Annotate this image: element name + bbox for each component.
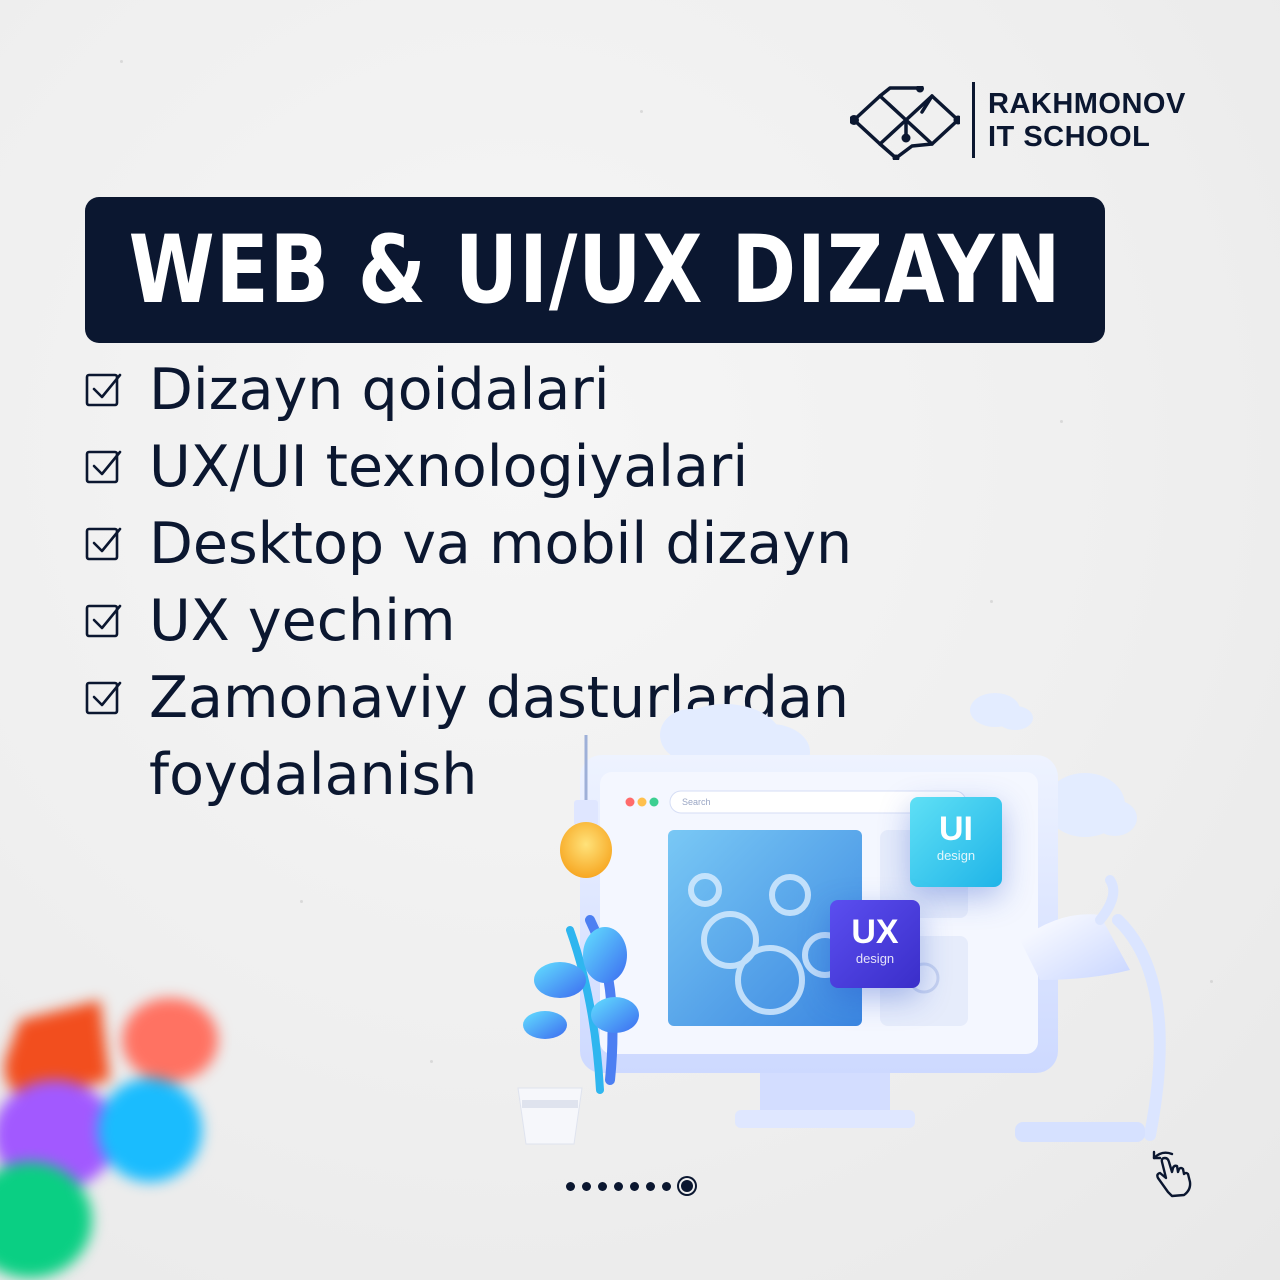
- background-speck: [120, 60, 123, 63]
- pager-dot[interactable]: [566, 1181, 575, 1191]
- pager-dot[interactable]: [598, 1181, 607, 1191]
- list-item: UX yechim: [85, 583, 985, 660]
- web-design-illustration: Search UI design UX design: [500, 680, 1200, 1160]
- feature-text: UX yechim: [149, 588, 456, 654]
- background-speck: [1210, 980, 1213, 983]
- checkbox-checked-icon: [85, 527, 122, 561]
- background-speck: [1060, 420, 1063, 423]
- checkbox-checked-icon: [85, 604, 122, 638]
- background-speck: [990, 600, 993, 603]
- brand-name: RAKHMONOV IT SCHOOL: [988, 88, 1186, 154]
- brand-name-line1: RAKHMONOV: [988, 88, 1186, 120]
- pager-dot[interactable]: [630, 1181, 639, 1191]
- background-speck: [430, 1060, 433, 1063]
- pager-dot[interactable]: [662, 1181, 671, 1191]
- ui-card-title: UI: [939, 810, 973, 848]
- title-banner: WEB & UI/UX DIZAYN: [85, 197, 1105, 343]
- background-speck: [300, 900, 303, 903]
- ui-card-subtitle: design: [936, 848, 976, 863]
- circuit-diamond-logo-icon: [850, 86, 960, 160]
- carousel-pager: [566, 1176, 693, 1196]
- brand-name-line2: IT SCHOOL: [988, 121, 1151, 153]
- logo-divider: [972, 82, 975, 158]
- pager-dot[interactable]: [582, 1181, 591, 1191]
- feature-text: Desktop va mobil dizayn: [149, 511, 853, 577]
- ux-design-card: UX design: [830, 900, 920, 988]
- ui-design-card: UI design: [910, 797, 1002, 887]
- list-item: Dizayn qoidalari: [85, 352, 985, 429]
- figma-logo-icon: [0, 998, 218, 1278]
- ux-card-title: UX: [851, 913, 899, 951]
- feature-text: UX/UI texnologiyalari: [149, 434, 749, 500]
- brand-logo: RAKHMONOV IT SCHOOL: [850, 82, 1200, 162]
- list-item: UX/UI texnologiyalari: [85, 429, 985, 506]
- swipe-hand-icon[interactable]: [1148, 1148, 1200, 1200]
- list-item: Desktop va mobil dizayn: [85, 506, 985, 583]
- background-speck: [640, 110, 643, 113]
- pager-dot-active[interactable]: [681, 1180, 693, 1192]
- checkbox-checked-icon: [85, 450, 122, 484]
- pager-dot[interactable]: [646, 1181, 655, 1191]
- search-input: Search: [682, 797, 711, 807]
- checkbox-checked-icon: [85, 681, 122, 715]
- ux-card-subtitle: design: [855, 951, 895, 966]
- feature-text: Dizayn qoidalari: [149, 357, 610, 423]
- page-title: WEB & UI/UX DIZAYN: [128, 215, 1062, 325]
- checkbox-checked-icon: [85, 373, 122, 407]
- pager-dot[interactable]: [614, 1181, 623, 1191]
